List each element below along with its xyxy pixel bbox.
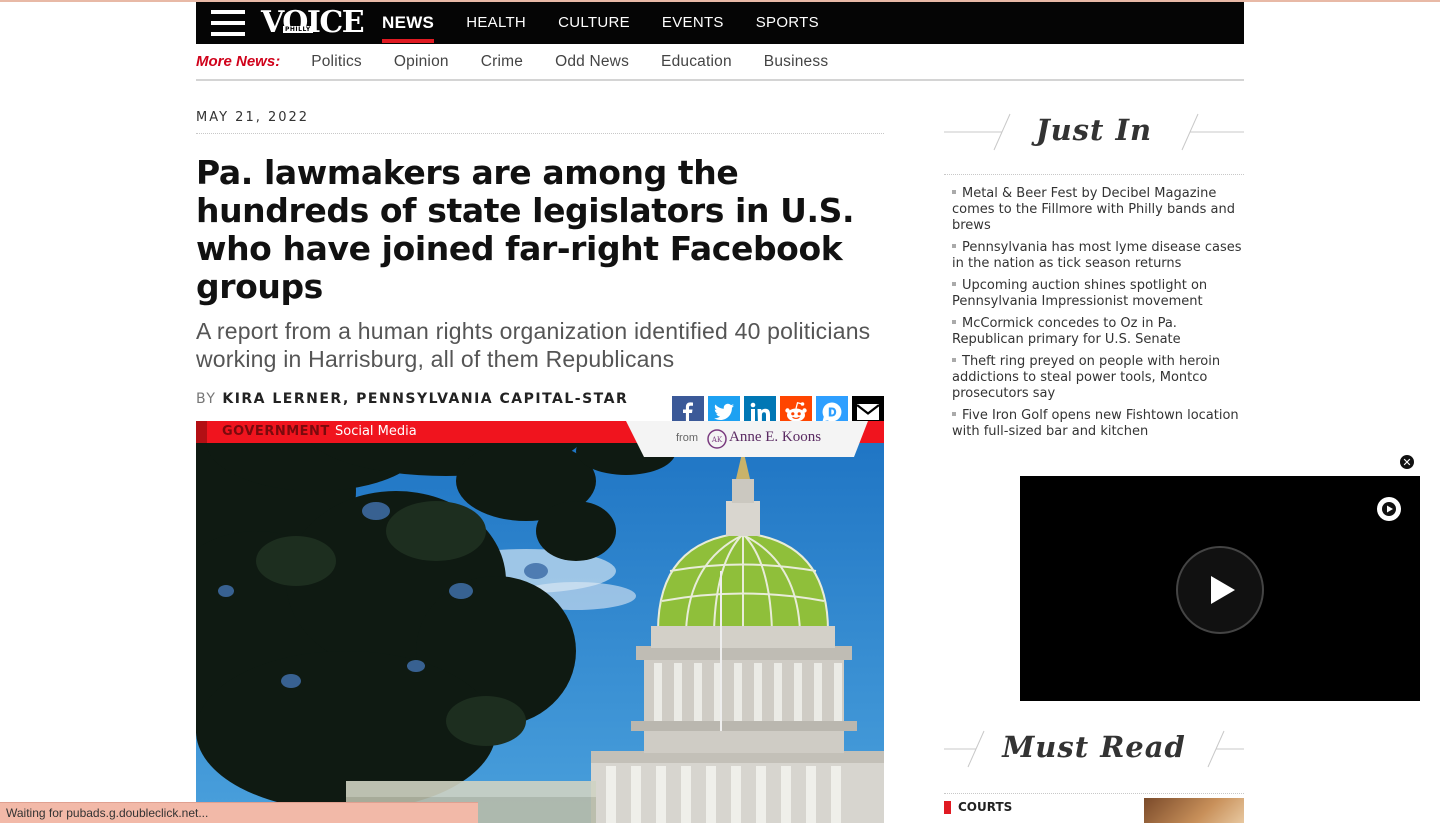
just-in-item[interactable]: Metal & Beer Fest by Decibel Magazine co… xyxy=(952,186,1242,234)
nav-item-sports[interactable]: SPORTS xyxy=(756,2,819,44)
just-in-title: Just In xyxy=(1035,113,1153,147)
twitter-icon xyxy=(714,403,734,420)
must-read-category[interactable]: COURTS xyxy=(944,800,1012,814)
just-in-item-text: Pennsylvania has most lyme disease cases… xyxy=(952,240,1242,271)
logo-philly-badge: PHILLY xyxy=(283,26,313,33)
byline-prefix: BY xyxy=(196,391,217,407)
just-in-item[interactable]: McCormick concedes to Oz in Pa. Republic… xyxy=(952,316,1242,348)
category-label-courts: COURTS xyxy=(958,800,1013,814)
sponsor-logo-icon: AK xyxy=(707,429,727,449)
hero-tag-bar: GOVERNMENT Social Media from AK Anne E. … xyxy=(196,421,884,457)
nav-item-culture[interactable]: CULTURE xyxy=(558,2,630,44)
must-read-thumbnail[interactable] xyxy=(1144,798,1244,823)
browser-status-bar: Waiting for pubads.g.doubleclick.net... xyxy=(0,802,478,823)
just-in-item[interactable]: Five Iron Golf opens new Fishtown locati… xyxy=(952,408,1242,440)
just-in-item[interactable]: Pennsylvania has most lyme disease cases… xyxy=(952,240,1242,272)
facebook-icon xyxy=(683,402,693,422)
byline: BY KIRA LERNER, PENNSYLVANIA CAPITAL-STA… xyxy=(196,391,628,407)
more-news-bar: More News: Politics Opinion Crime Odd Ne… xyxy=(196,44,1244,81)
subnav-item-business[interactable]: Business xyxy=(764,53,829,71)
hero-image[interactable] xyxy=(196,421,884,823)
article: MAY 21, 2022 Pa. lawmakers are among the… xyxy=(196,110,884,428)
just-in-list: Metal & Beer Fest by Decibel Magazine co… xyxy=(952,186,1242,446)
article-date: MAY 21, 2022 xyxy=(196,110,884,134)
category-marker xyxy=(944,800,951,814)
nav-item-health[interactable]: HEALTH xyxy=(466,2,526,44)
capitol-dome-photo xyxy=(196,421,884,823)
subnav-item-politics[interactable]: Politics xyxy=(311,53,362,71)
just-in-item-text: McCormick concedes to Oz in Pa. Republic… xyxy=(952,316,1181,347)
top-navigation: VOICE PHILLY NEWS HEALTH CULTURE EVENTS … xyxy=(196,2,1244,44)
bullet-icon xyxy=(952,320,956,324)
nav-item-events[interactable]: EVENTS xyxy=(662,2,724,44)
linkedin-icon xyxy=(750,402,770,421)
bullet-icon xyxy=(952,282,956,286)
play-button[interactable] xyxy=(1176,546,1264,634)
video-player[interactable] xyxy=(1020,476,1420,701)
video-close-button[interactable]: ✕ xyxy=(1398,453,1416,471)
subnav-item-odd-news[interactable]: Odd News xyxy=(555,53,629,71)
bullet-icon xyxy=(952,358,956,362)
logo-text: VOICE xyxy=(261,5,365,40)
just-in-item-text: Five Iron Golf opens new Fishtown locati… xyxy=(952,408,1239,439)
must-read-divider xyxy=(944,793,1244,794)
subnav-item-education[interactable]: Education xyxy=(661,53,732,71)
main-nav-links: NEWS HEALTH CULTURE EVENTS SPORTS xyxy=(382,2,851,44)
article-headline: Pa. lawmakers are among the hundreds of … xyxy=(196,153,855,306)
subnav-item-crime[interactable]: Crime xyxy=(481,53,523,71)
email-icon xyxy=(856,404,880,420)
byline-author[interactable]: KIRA LERNER, PENNSYLVANIA CAPITAL-STAR xyxy=(222,391,628,407)
subnav-item-opinion[interactable]: Opinion xyxy=(394,53,449,71)
must-read-header: Must Read xyxy=(944,727,1244,773)
reddit-icon xyxy=(785,402,807,422)
article-dek: A report from a human rights organizatio… xyxy=(196,318,871,372)
nav-item-news[interactable]: NEWS xyxy=(382,2,435,44)
more-news-label: More News: xyxy=(196,53,281,70)
bullet-icon xyxy=(952,244,956,248)
just-in-divider xyxy=(944,174,1244,175)
player-logo-icon xyxy=(1377,497,1401,521)
bullet-icon xyxy=(952,412,956,416)
bullet-icon xyxy=(952,190,956,194)
just-in-item-text: Metal & Beer Fest by Decibel Magazine co… xyxy=(952,186,1236,233)
just-in-item-text: Upcoming auction shines spotlight on Pen… xyxy=(952,278,1208,309)
topic-tag-social-media[interactable]: Social Media xyxy=(335,424,417,439)
just-in-header: Just In xyxy=(944,110,1244,156)
sponsor-from-label: from xyxy=(676,432,698,444)
just-in-item[interactable]: Upcoming auction shines spotlight on Pen… xyxy=(952,278,1242,310)
sponsor-badge[interactable]: from AK Anne E. Koons xyxy=(626,421,868,457)
just-in-item-text: Theft ring preyed on people with heroin … xyxy=(952,354,1221,401)
tag-bar-accent xyxy=(196,421,207,443)
just-in-item[interactable]: Theft ring preyed on people with heroin … xyxy=(952,354,1242,402)
svg-text:AK: AK xyxy=(711,436,723,444)
hamburger-menu-icon[interactable] xyxy=(211,10,245,36)
must-read-title: Must Read xyxy=(1002,730,1186,764)
site-logo[interactable]: VOICE PHILLY xyxy=(261,6,365,40)
sponsor-name: Anne E. Koons xyxy=(729,429,822,445)
section-tag-government[interactable]: GOVERNMENT xyxy=(222,424,330,439)
play-icon xyxy=(1211,576,1235,604)
